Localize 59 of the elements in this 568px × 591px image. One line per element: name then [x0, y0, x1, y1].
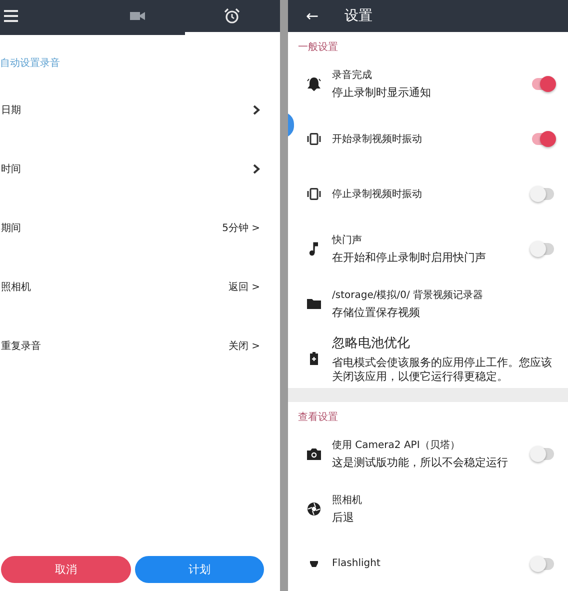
setting-title: Flashlight — [332, 558, 382, 569]
music-note-icon — [309, 242, 318, 256]
menu-icon — [4, 10, 18, 22]
setting-title: 录音完成 — [332, 68, 373, 82]
toggle-switch[interactable] — [532, 132, 554, 144]
setting-summary: 停止录制时显示通知 — [332, 86, 432, 100]
folder-icon — [306, 298, 320, 309]
toggle-switch[interactable] — [532, 188, 554, 200]
camera-icon — [306, 448, 320, 460]
setting-row[interactable]: 快门声 在开始和停止录制时启用快门声 — [295, 221, 568, 276]
toggle-switch[interactable] — [532, 448, 554, 460]
schedule-button[interactable]: 计划 — [134, 556, 264, 583]
section-title: 自动设置录音 — [0, 57, 61, 71]
battery-icon — [310, 352, 318, 365]
schedule-row[interactable]: 重复录音 关闭 > — [0, 316, 280, 375]
setting-summary: 省电模式会使该服务的应用停止工作。您应该关闭该应用，以便它运行得更稳定。 — [332, 356, 553, 384]
vibration-icon — [306, 188, 322, 200]
setting-summary: 存储位置保存视频 — [332, 306, 421, 320]
setting-title: 开始录制视频时振动 — [332, 132, 423, 146]
schedule-row[interactable]: 期间 5分钟 > — [0, 198, 280, 257]
section-title: 一般设置 — [297, 40, 339, 55]
toggle-switch[interactable] — [532, 78, 554, 90]
row-value: 5分钟 > — [222, 222, 260, 234]
setting-title: 停止录制视频时振动 — [332, 188, 423, 200]
setting-summary: 后退 — [332, 510, 355, 524]
aperture-icon — [306, 502, 320, 516]
toggle-switch[interactable] — [532, 558, 554, 570]
setting-row[interactable]: 忽略电池优化 省电模式会使该服务的应用停止工作。您应该关闭该应用，以便它运行得更稳定。 — [295, 331, 568, 386]
cancel-button[interactable]: 取消 — [1, 556, 130, 583]
chevron-icon — [253, 104, 260, 114]
setting-row[interactable]: 录音完成 停止录制时显示通知 — [295, 56, 568, 111]
flashlight-icon — [310, 560, 318, 566]
video-camera-icon — [130, 11, 145, 21]
toggle-switch[interactable] — [532, 242, 554, 254]
chevron-icon — [253, 164, 260, 174]
setting-row[interactable]: 使用 Camera2 API（贝塔） 这是测试版功能，所以不会稳定运行 — [295, 426, 568, 481]
setting-row[interactable]: Flashlight — [295, 536, 568, 591]
alarm-clock-icon — [224, 8, 240, 24]
section-title: 查看设置 — [297, 410, 339, 425]
bell-icon — [306, 76, 320, 90]
setting-title: 忽略电池优化 — [332, 334, 411, 352]
setting-title: /storage/模拟/0/ 背景视频记录器 — [332, 288, 484, 302]
screen-title: 设置 — [344, 7, 373, 25]
setting-row[interactable]: 停止录制视频时振动 — [295, 166, 568, 221]
row-value: 返回 > — [228, 280, 260, 294]
back-button[interactable]: ← — [306, 7, 319, 25]
schedule-row[interactable]: 照相机 返回 > — [0, 257, 280, 316]
setting-row[interactable]: 照相机 后退 — [295, 481, 568, 536]
row-value: 关闭 > — [228, 340, 260, 352]
setting-row[interactable]: 开始录制视频时振动 — [295, 111, 568, 166]
setting-summary: 这是测试版功能，所以不会稳定运行 — [332, 456, 509, 470]
schedule-row[interactable]: 日期 — [0, 80, 280, 139]
setting-title: 照相机 — [332, 494, 363, 506]
setting-title: 快门声 — [332, 234, 363, 246]
vibration-icon — [306, 132, 322, 144]
setting-row[interactable]: /storage/模拟/0/ 背景视频记录器 存储位置保存视频 — [295, 276, 568, 331]
schedule-row[interactable]: 时间 — [0, 139, 280, 198]
setting-title: 使用 Camera2 API（贝塔） — [332, 438, 461, 452]
setting-summary: 在开始和停止录制时启用快门声 — [332, 250, 487, 264]
